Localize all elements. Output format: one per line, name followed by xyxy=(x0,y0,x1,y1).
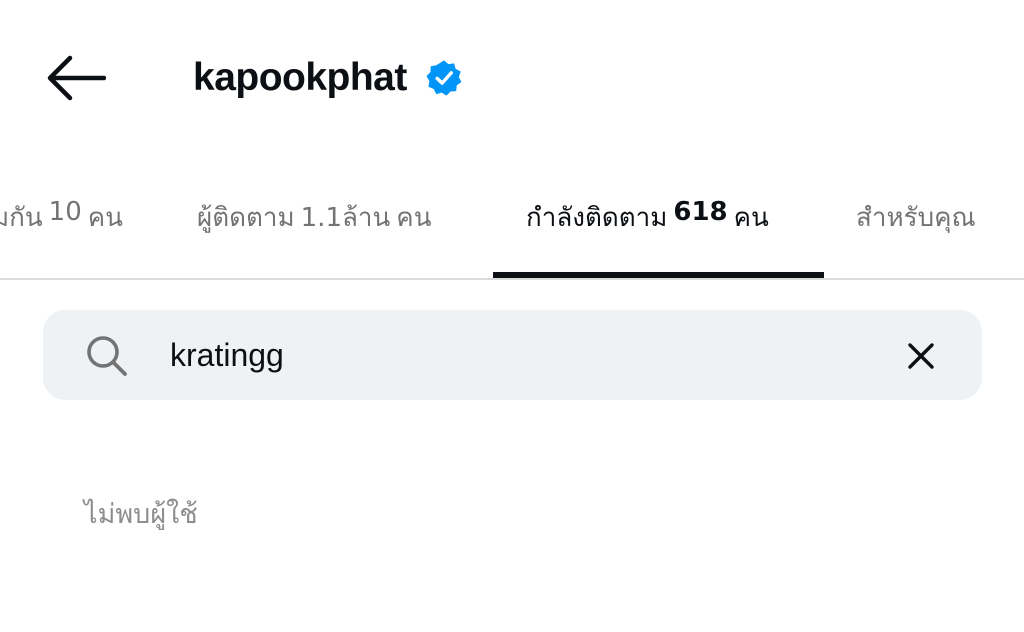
tab-mutual[interactable]: มกัน 10 คน xyxy=(0,170,123,278)
verified-badge-icon xyxy=(425,59,463,97)
active-tab-indicator xyxy=(493,272,824,278)
search-bar[interactable] xyxy=(43,310,982,400)
clear-search-button[interactable] xyxy=(901,336,941,376)
tab-unit: คน xyxy=(396,203,432,233)
tab-label: กำลังติดตาม xyxy=(526,203,668,233)
follow-tabs: มกัน 10 คน ผู้ติดตาม 1.1ล้าน คน กำลังติด… xyxy=(0,170,1024,280)
tab-count: 10 xyxy=(48,197,82,227)
close-icon xyxy=(908,343,934,369)
tab-following[interactable]: กำลังติดตาม 618 คน xyxy=(526,170,769,278)
tab-label: สำหรับคุณ xyxy=(856,203,976,233)
tab-unit: คน xyxy=(733,203,769,233)
search-icon xyxy=(85,334,129,378)
no-users-found-text: ไม่พบผู้ใช้ xyxy=(84,499,198,530)
top-bar: kapookphat xyxy=(0,0,1024,150)
profile-title: kapookphat xyxy=(193,50,463,106)
tab-count: 618 xyxy=(673,197,728,227)
page-title: kapookphat xyxy=(193,56,407,99)
tab-count: 1.1ล้าน xyxy=(300,203,391,233)
tab-for-you[interactable]: สำหรับคุณ xyxy=(856,170,976,278)
tab-followers[interactable]: ผู้ติดตาม 1.1ล้าน คน xyxy=(197,170,431,278)
tab-label: ผู้ติดตาม xyxy=(197,203,295,233)
tab-unit: คน xyxy=(87,203,123,233)
search-input[interactable] xyxy=(170,330,870,380)
tab-label: มกัน xyxy=(0,203,43,233)
arrow-left-icon xyxy=(47,55,106,101)
back-button[interactable] xyxy=(40,50,110,106)
